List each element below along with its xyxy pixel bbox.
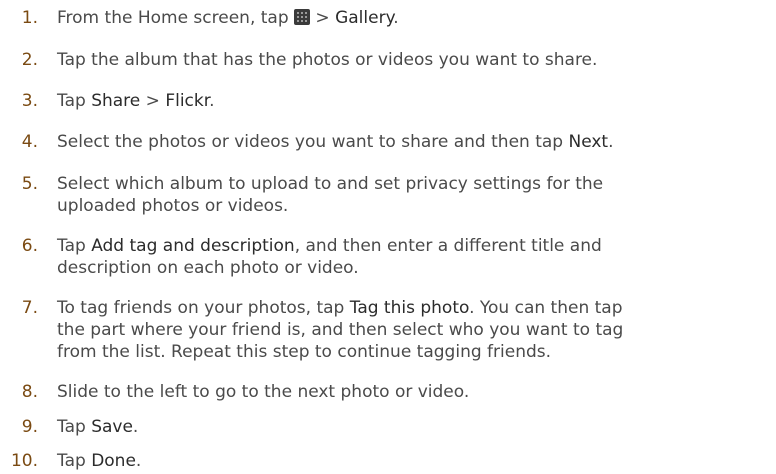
step-text-part: . (608, 132, 614, 152)
step-text-part: Tap (57, 236, 92, 256)
step-number: 9. (21, 417, 38, 437)
step-number: 1. (21, 8, 38, 28)
step-text-part: . You can then tap (469, 298, 623, 318)
step-text: Select the photos or videos you want to … (57, 131, 769, 153)
step-text: Slide to the left to go to the next phot… (57, 382, 470, 402)
step-number: 5. (21, 174, 38, 194)
step-number: 8. (21, 382, 38, 402)
step-text-line-2: the part where your friend is, and then … (57, 320, 624, 340)
ui-label-add-tag-and-description: Add tag and description (91, 236, 295, 256)
step-text-part: Tap (57, 451, 92, 471)
step-text: Tap the album that has the photos or vid… (57, 50, 598, 70)
step-text-part: , and then enter a different title and (294, 236, 602, 256)
step-number: 3. (21, 91, 38, 111)
ui-label-tag-this-photo: Tag this photo (349, 298, 470, 318)
step-text-line-1: To tag friends on your photos, tap Tag t… (57, 297, 769, 319)
ui-label-flickr: Flickr (165, 91, 210, 111)
step-text-part: > (310, 8, 336, 28)
ui-label-save: Save (91, 417, 133, 437)
step-text: Tap Done. (57, 450, 769, 472)
step-text-part: . (135, 451, 142, 471)
step-text-part: Tap (57, 91, 92, 111)
step-text: Tap Share > Flickr. (57, 90, 769, 112)
step-number: 2. (21, 50, 38, 70)
step-text-part: Tap (57, 417, 92, 437)
step-text-part: Select the photos or videos you want to … (57, 132, 569, 152)
step-text-part: . (209, 91, 215, 111)
step-text-line-1: Tap Add tag and description, and then en… (57, 235, 769, 257)
step-text: From the Home screen, tap > Gallery. (57, 7, 769, 29)
step-text-line-1: Select which album to upload to and set … (57, 174, 604, 194)
step-number: 10. (10, 451, 38, 471)
apps-grid-icon (294, 9, 311, 25)
step-text-part: To tag friends on your photos, tap (57, 298, 350, 318)
step-number: 7. (21, 298, 38, 318)
step-text-part: > (140, 91, 166, 111)
step-text-line-2: uploaded photos or videos. (57, 196, 289, 216)
step-text-line-3: from the list. Repeat this step to conti… (57, 342, 552, 362)
instruction-page: 1. From the Home screen, tap > Gallery . … (0, 0, 776, 474)
ui-label-share: Share (91, 91, 141, 111)
step-text-part: . (132, 417, 139, 437)
step-number: 4. (21, 132, 38, 152)
step-text-line-2: description on each photo or video. (57, 258, 359, 278)
step-text: Tap Save. (57, 416, 769, 438)
ui-label-next: Next (568, 132, 609, 152)
ui-label-gallery: Gallery (335, 8, 394, 28)
step-text-part: From the Home screen, tap (57, 8, 295, 28)
step-text-part: . (393, 8, 399, 28)
step-number: 6. (21, 236, 38, 256)
ui-label-done: Done (91, 451, 136, 471)
